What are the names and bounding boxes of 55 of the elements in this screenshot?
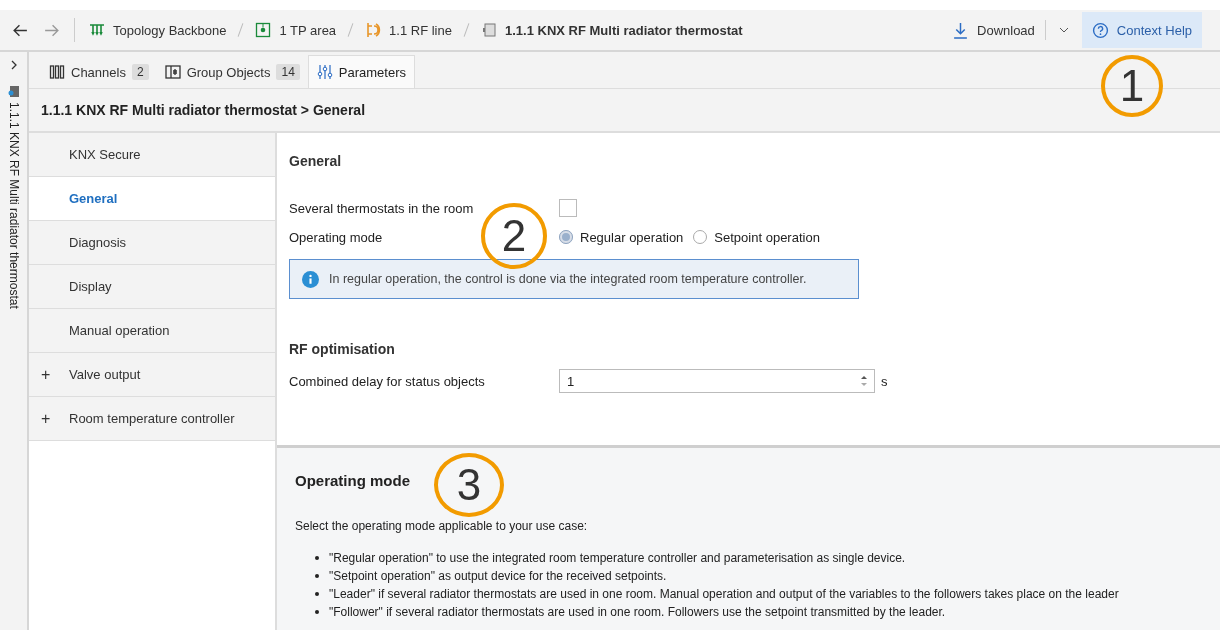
topology-icon [89,22,105,38]
help-list-item: "Follower" if several radiator thermostats are used in one room. Followers use the setpoint transmitted by the leader. [329,605,946,619]
device-icon [7,84,20,98]
columns-icon [49,64,65,80]
download-button[interactable]: Download [942,12,1045,48]
breadcrumb-link[interactable]: 1.1 RF line [389,22,452,38]
callout-number: 3 [434,453,504,517]
breadcrumb-link[interactable]: 1 TP area [279,22,337,38]
section-heading: General [289,152,343,171]
number-field[interactable]: 1 [559,369,875,393]
sliders-icon [316,64,333,80]
sidebar-item[interactable]: + Valve output [29,353,275,397]
info-text: In regular operation, the control is done via the integrated room temperature controller. [329,272,807,286]
sidebar-item[interactable]: Manual operation [29,309,275,353]
tab[interactable]: Group Objects 14 [156,56,308,88]
field-label: Operating mode [289,229,383,245]
field-label: Several thermostats in the room [289,200,474,216]
section-heading: RF optimisation [289,340,396,359]
sidebar-item[interactable]: Display [29,265,275,309]
help-heading: Operating mode [295,472,410,489]
sidebar-item[interactable]: General [29,177,275,221]
device-tab-label[interactable]: 1.1.1 KNX RF Multi radiator thermostat [6,102,21,309]
checkbox[interactable] [559,199,577,217]
area-icon [255,22,272,38]
unit-label: s [881,373,888,389]
callout-number: 2 [481,203,547,269]
bullet-icon [315,610,319,614]
radio-option[interactable]: Regular operation [559,229,684,245]
rf-line-icon [365,22,382,38]
spinner-arrows-icon[interactable] [860,374,868,388]
bullet-icon [315,592,319,596]
radio-label: Setpoint operation [714,229,820,245]
help-list-item: "Setpoint operation" as output device for the received setpoints. [329,569,667,583]
download-icon [952,21,969,39]
breadcrumb-link[interactable]: Topology Backbone [113,22,227,38]
tab[interactable]: Channels 2 [41,56,157,88]
radio-option[interactable]: Setpoint operation [693,229,820,245]
help-icon [1091,21,1109,39]
tab[interactable]: Parameters [307,55,415,88]
help-list-item: "Leader" if several radiator thermostats are used in one room. Manual operation and output of the variables to the followers takes place on the leader [329,587,1119,601]
help-text: Select the operating mode applicable to your use case: [295,519,589,533]
device-icon [481,22,497,38]
radio-label: Regular operation [580,229,684,245]
info-icon [302,270,319,288]
breadcrumb-link[interactable]: 1.1.1 KNX RF Multi radiator thermostat [505,22,743,38]
radio-button[interactable] [693,230,708,244]
context-help-button[interactable]: Context Help [1081,12,1202,48]
expand-toggle[interactable]: + [41,365,51,384]
sidebar-item[interactable]: Diagnosis [29,221,275,265]
help-list-item: "Regular operation" to use the integrated room temperature controller and parameterisation as single device. [329,551,906,565]
bullet-icon [315,556,319,560]
expand-toggle[interactable]: + [41,409,51,428]
group-objects-icon [164,64,181,80]
bullet-icon [315,574,319,578]
field-label: Combined delay for status objects [289,373,485,389]
